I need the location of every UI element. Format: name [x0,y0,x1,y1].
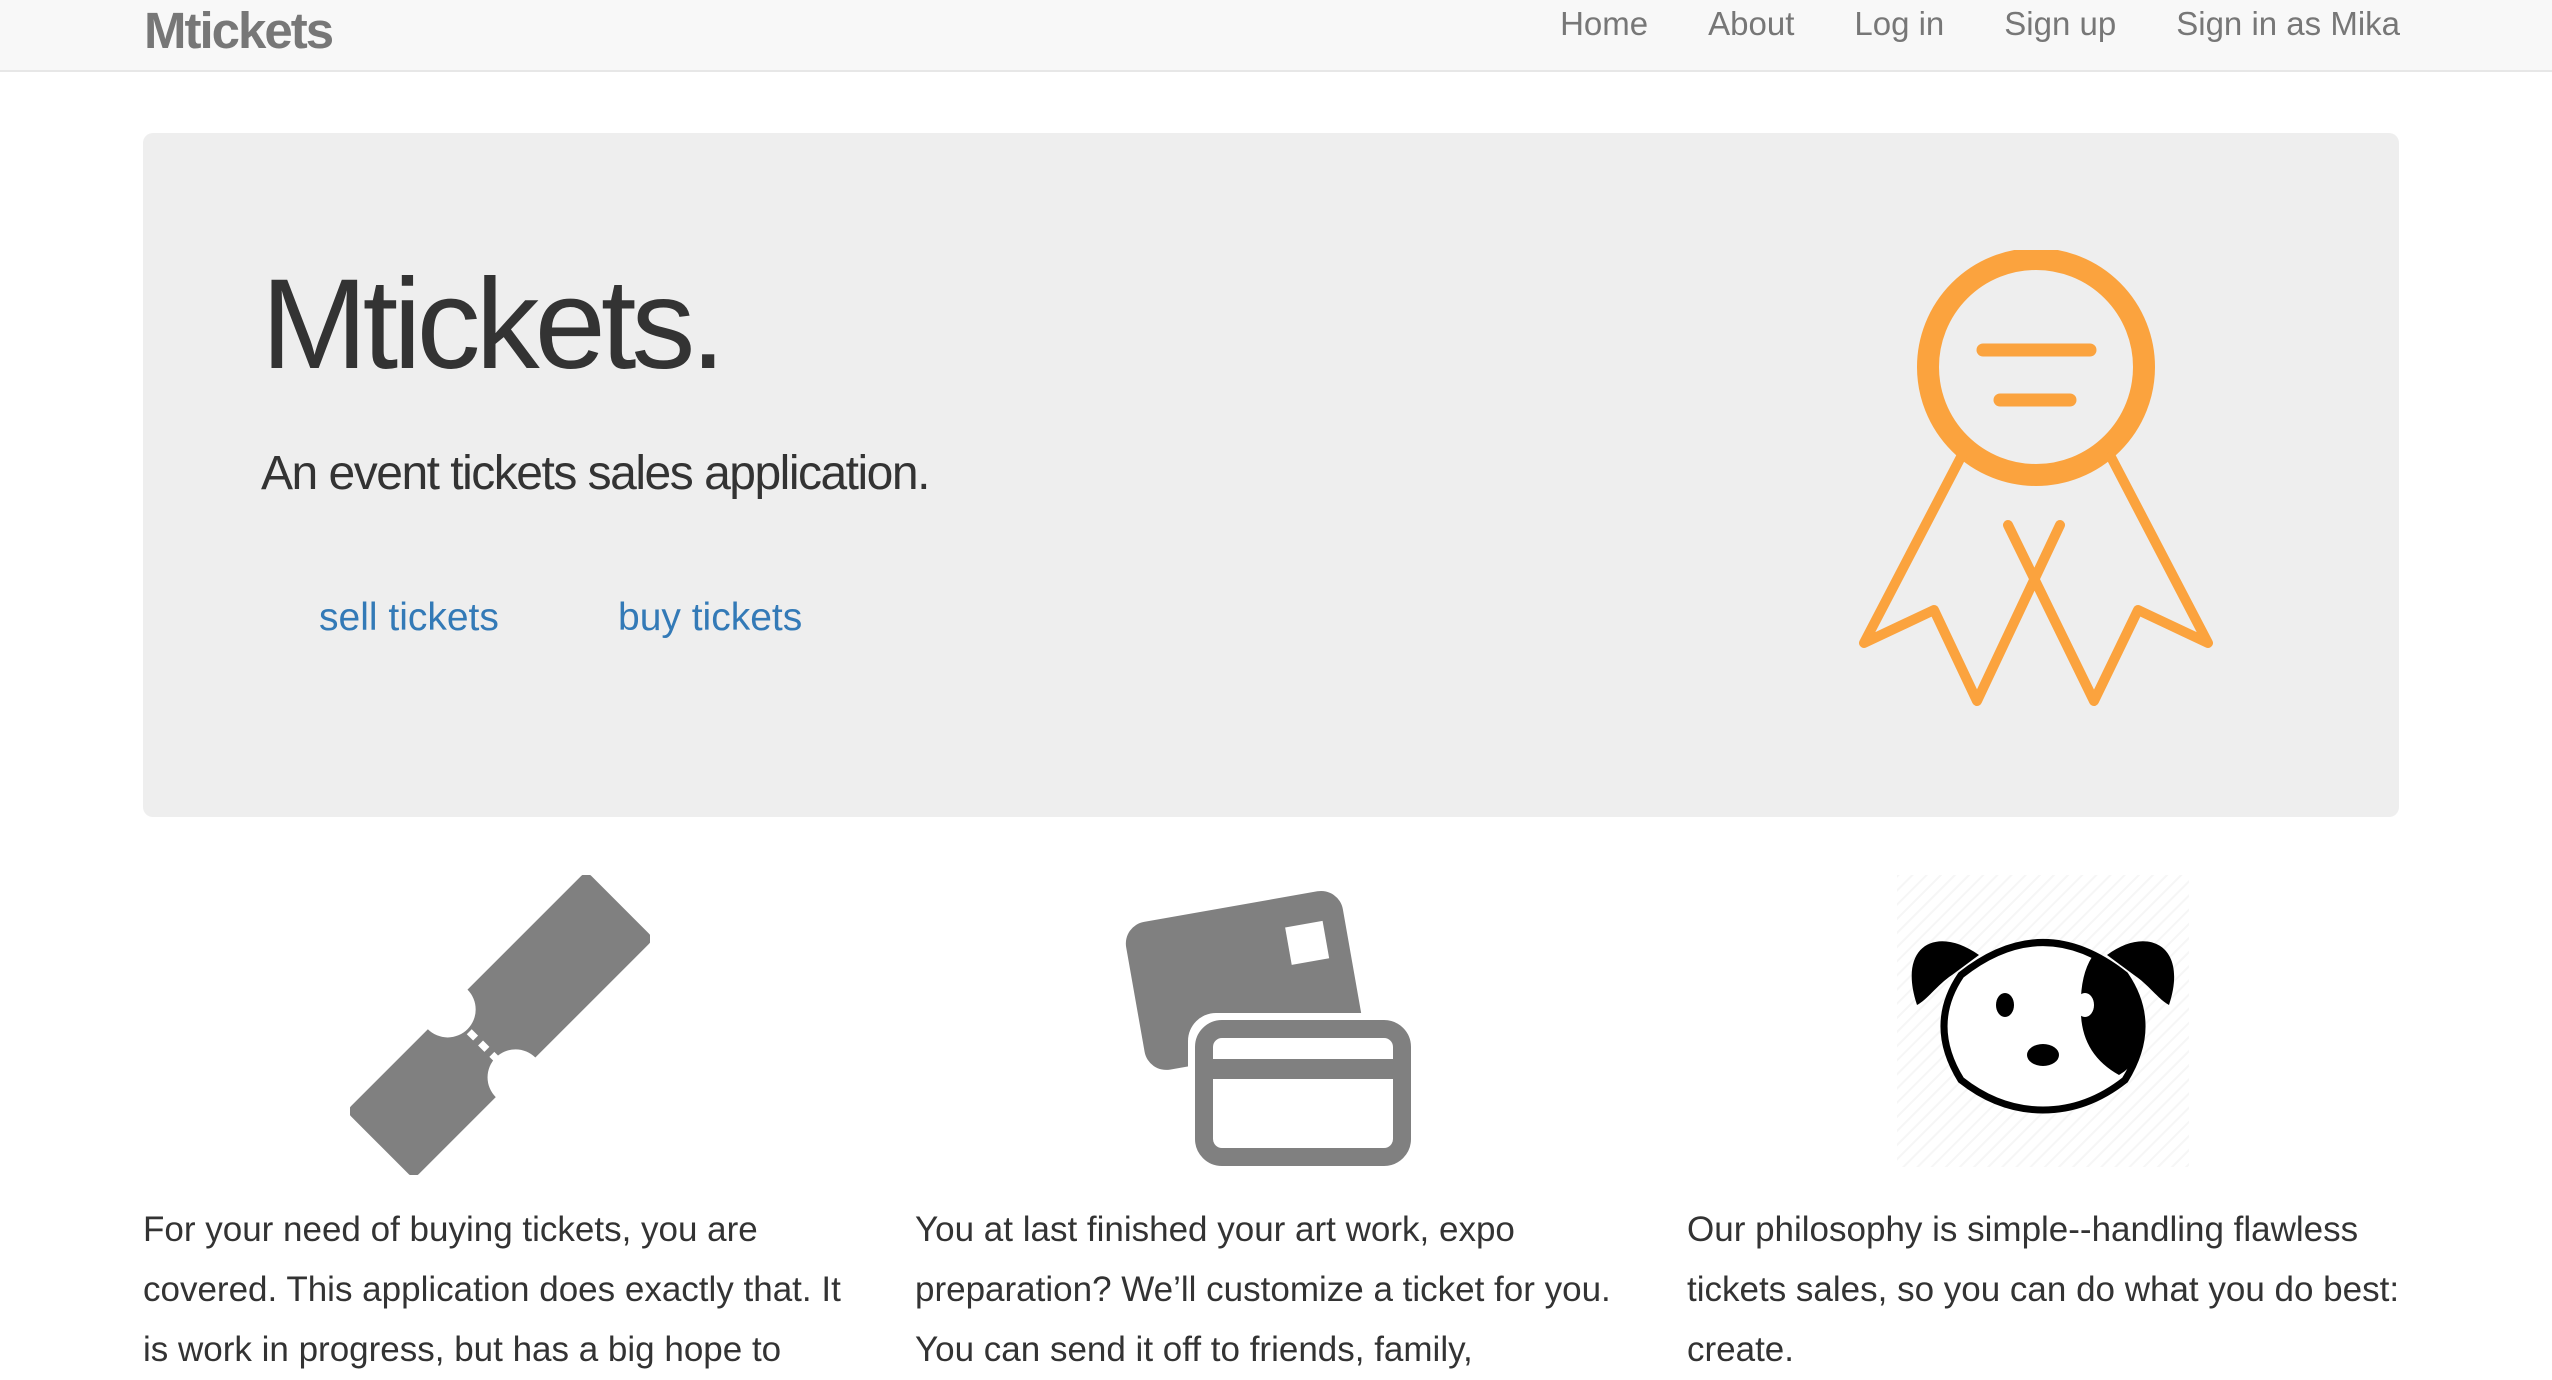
nav-links: Home About Log in Sign up Sign in as Mik… [1560,0,2400,48]
hero-subtitle: An event tickets sales application. [261,447,930,500]
award-ribbon-icon [1859,250,2213,706]
nav-signup-link[interactable]: Sign up [2004,5,2116,43]
navbar: Mtickets Home About Log in Sign up Sign … [0,0,2552,72]
ticket-icon [350,875,650,1175]
feature-text-philosophy: Our philosophy is simple--handling flawl… [1687,1210,2400,1369]
hero-title: Mtickets. [261,253,726,396]
hero-jumbotron: Mtickets. An event tickets sales applica… [143,133,2399,817]
nav-user-link[interactable]: Sign in as Mika [2176,5,2400,43]
brand-logo-link[interactable]: Mtickets [144,0,334,62]
feature-text-customize: You at last finished your art work, expo… [915,1210,1611,1369]
buy-tickets-link[interactable]: buy tickets [618,598,802,637]
nav-login-link[interactable]: Log in [1854,5,1944,43]
sell-tickets-link[interactable]: sell tickets [319,598,499,637]
nav-about-link[interactable]: About [1708,5,1794,43]
feature-text-buying: For your need of buying tickets, you are… [143,1210,841,1369]
dog-icon [1897,875,2189,1167]
nav-home-link[interactable]: Home [1560,5,1648,43]
credit-cards-icon [1125,890,1418,1173]
